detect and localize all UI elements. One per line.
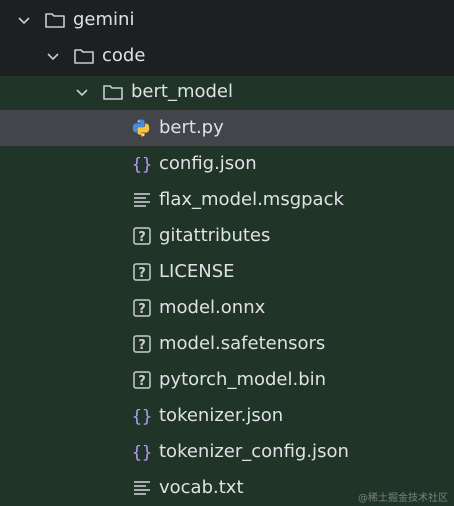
json-file-icon: {} <box>131 398 153 434</box>
tree-file-license[interactable]: ? LICENSE <box>0 254 454 290</box>
unknown-file-icon: ? <box>131 290 153 326</box>
tree-file-label: config.json <box>159 153 257 174</box>
python-file-icon <box>130 110 152 146</box>
tree-file-tokenizer-json[interactable]: {} tokenizer.json <box>0 398 454 434</box>
svg-text:?: ? <box>138 266 146 281</box>
json-file-icon: {} <box>131 434 153 470</box>
watermark: @稀土掘金技术社区 <box>358 493 448 504</box>
tree-folder-label: gemini <box>73 9 135 30</box>
tree-file-flax-model-msgpack[interactable]: flax_model.msgpack <box>0 182 454 218</box>
tree-file-gitattributes[interactable]: ? gitattributes <box>0 218 454 254</box>
tree-file-pytorch-model-bin[interactable]: ? pytorch_model.bin <box>0 362 454 398</box>
tree-folder-label: bert_model <box>131 81 234 102</box>
svg-text:{}: {} <box>132 443 152 462</box>
tree-file-label: tokenizer_config.json <box>159 441 349 462</box>
tree-folder-bert-model[interactable]: bert_model <box>0 74 454 110</box>
chevron-down-icon[interactable] <box>43 38 63 74</box>
tree-file-label: tokenizer.json <box>159 405 284 426</box>
tree-file-label: pytorch_model.bin <box>159 369 327 390</box>
folder-icon <box>73 38 95 74</box>
unknown-file-icon: ? <box>131 326 153 362</box>
tree-file-label: gitattributes <box>159 225 271 246</box>
tree-file-bert-py[interactable]: bert.py <box>0 110 454 146</box>
svg-text:?: ? <box>138 230 146 245</box>
svg-text:?: ? <box>138 302 146 317</box>
unknown-file-icon: ? <box>131 218 153 254</box>
tree-file-label: model.safetensors <box>159 333 326 354</box>
tree-file-label: model.onnx <box>159 297 266 318</box>
tree-file-model-safetensors[interactable]: ? model.safetensors <box>0 326 454 362</box>
tree-file-tokenizer-config-json[interactable]: {} tokenizer_config.json <box>0 434 454 470</box>
tree-file-label: vocab.txt <box>159 477 244 498</box>
chevron-down-icon[interactable] <box>14 2 34 38</box>
tree-file-label: bert.py <box>159 117 224 138</box>
json-file-icon: {} <box>131 146 153 182</box>
folder-icon <box>44 2 66 38</box>
svg-text:{}: {} <box>132 407 152 426</box>
project-tree: gemini code bert_model bert.py {} config… <box>0 0 454 506</box>
tree-file-label: LICENSE <box>159 261 235 282</box>
svg-text:{}: {} <box>132 155 152 174</box>
svg-text:?: ? <box>138 338 146 353</box>
svg-text:?: ? <box>138 374 146 389</box>
tree-file-label: flax_model.msgpack <box>159 189 344 210</box>
text-file-icon <box>131 182 153 218</box>
tree-folder-code[interactable]: code <box>0 38 454 74</box>
tree-file-model-onnx[interactable]: ? model.onnx <box>0 290 454 326</box>
folder-icon <box>102 74 124 110</box>
text-file-icon <box>131 470 153 506</box>
unknown-file-icon: ? <box>131 254 153 290</box>
chevron-down-icon[interactable] <box>72 74 92 110</box>
tree-file-config-json[interactable]: {} config.json <box>0 146 454 182</box>
unknown-file-icon: ? <box>131 362 153 398</box>
tree-folder-label: code <box>102 45 146 66</box>
tree-folder-gemini[interactable]: gemini <box>0 2 454 38</box>
